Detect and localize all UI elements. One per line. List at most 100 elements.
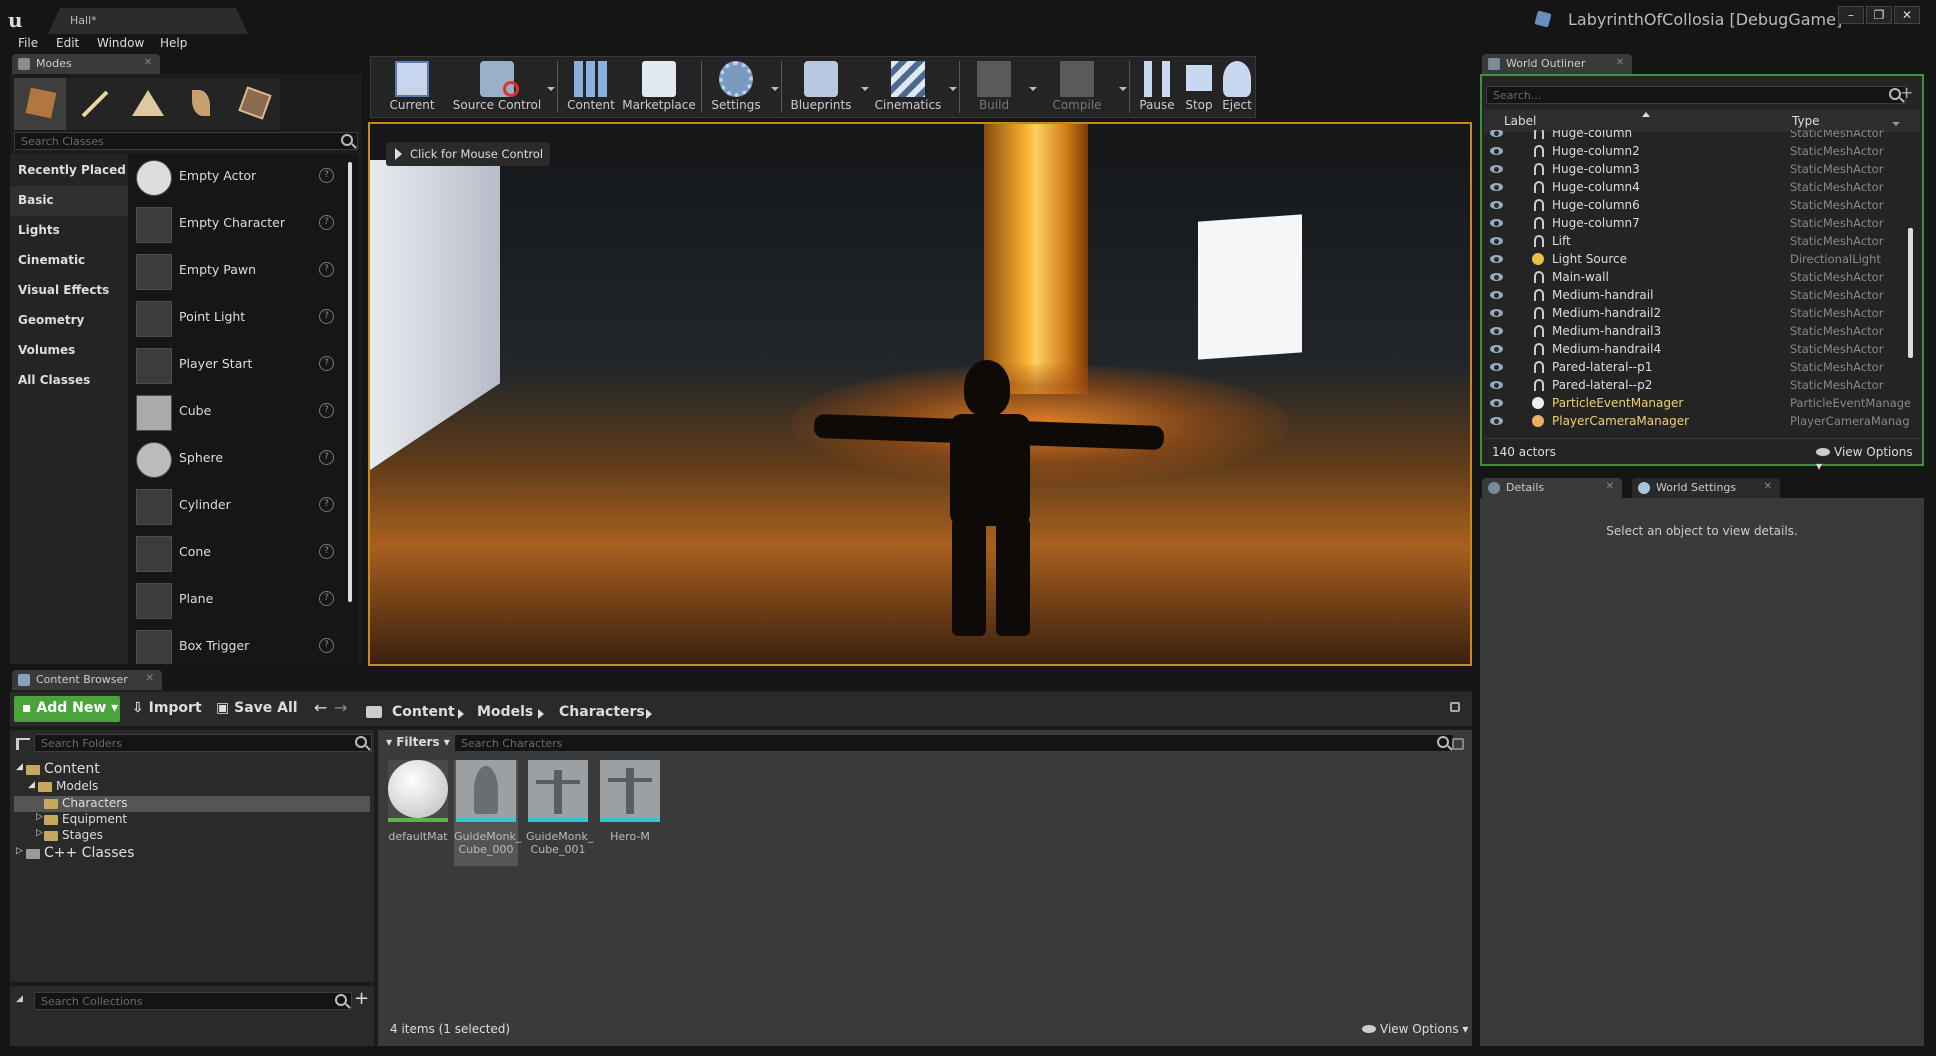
settings-button[interactable]: Settings xyxy=(705,57,779,117)
chevron-down-icon[interactable] xyxy=(861,87,869,91)
search-icon[interactable] xyxy=(341,134,353,146)
outliner-row[interactable]: Main-wall StaticMeshActor xyxy=(1484,268,1916,286)
close-window-button[interactable]: ✕ xyxy=(1894,6,1920,24)
save-all-button[interactable]: ▣ Save All xyxy=(216,700,298,716)
visibility-eye-icon[interactable] xyxy=(1490,363,1503,371)
outliner-row[interactable]: Medium-handrail2 StaticMeshActor xyxy=(1484,304,1916,322)
search-classes-input[interactable]: Search Classes xyxy=(14,132,358,150)
place-item-empty-character[interactable]: Empty Character? xyxy=(128,201,346,248)
compile-button[interactable]: Compile xyxy=(1039,57,1127,117)
outliner-row[interactable]: Huge-column3 StaticMeshActor xyxy=(1484,160,1916,178)
category-cinematic[interactable]: Cinematic xyxy=(10,246,128,276)
import-button[interactable]: ⇩ Import xyxy=(132,700,202,716)
chevron-down-icon[interactable] xyxy=(1119,87,1127,91)
document-tab[interactable]: Hall* xyxy=(48,8,248,34)
menu-edit[interactable]: Edit xyxy=(56,36,79,50)
expand-arrow-icon[interactable]: ▷ xyxy=(36,828,43,838)
category-visual-effects[interactable]: Visual Effects xyxy=(10,276,128,306)
add-filter-icon[interactable]: + xyxy=(1900,85,1916,102)
help-icon[interactable]: ? xyxy=(319,403,334,418)
cinematics-button[interactable]: Cinematics xyxy=(871,57,957,117)
tree-models[interactable]: Models xyxy=(56,779,98,793)
marketplace-button[interactable]: Marketplace xyxy=(621,57,697,117)
mouse-control-hint[interactable]: Click for Mouse Control xyxy=(386,142,550,166)
chevron-down-icon[interactable] xyxy=(771,87,779,91)
tab-content-browser[interactable]: Content Browser ✕ xyxy=(12,670,162,690)
filters-button[interactable]: ▾ Filters ▾ xyxy=(386,735,450,749)
category-volumes[interactable]: Volumes xyxy=(10,336,128,366)
breadcrumb-characters[interactable]: Characters xyxy=(559,704,645,720)
column-type-header[interactable]: Type xyxy=(1792,114,1820,128)
visibility-eye-icon[interactable] xyxy=(1490,165,1503,173)
breadcrumb-models[interactable]: Models xyxy=(477,704,533,720)
chevron-down-icon[interactable] xyxy=(547,87,555,91)
tree-equipment[interactable]: Equipment xyxy=(62,812,127,826)
tree-characters[interactable]: Characters xyxy=(62,796,128,810)
foliage-mode-icon[interactable] xyxy=(176,78,228,130)
add-new-button[interactable]: ▪ Add New ▾ xyxy=(14,696,120,722)
breadcrumb-content[interactable]: Content xyxy=(392,704,455,720)
visibility-eye-icon[interactable] xyxy=(1490,147,1503,155)
outliner-row[interactable]: Medium-handrail StaticMeshActor xyxy=(1484,286,1916,304)
category-recently-placed[interactable]: Recently Placed xyxy=(10,156,128,186)
outliner-row[interactable]: Pared-lateral--p2 StaticMeshActor xyxy=(1484,376,1916,394)
asset-tile[interactable]: defaultMat xyxy=(386,760,450,880)
visibility-eye-icon[interactable] xyxy=(1490,219,1503,227)
landscape-mode-icon[interactable] xyxy=(122,78,174,130)
place-item-point-light[interactable]: Point Light? xyxy=(128,295,346,342)
outliner-row[interactable]: Huge-column6 StaticMeshActor xyxy=(1484,196,1916,214)
chevron-down-icon[interactable] xyxy=(1029,87,1037,91)
outliner-row[interactable]: Light Source DirectionalLight xyxy=(1484,250,1916,268)
breadcrumb-arrow-icon[interactable] xyxy=(458,709,464,719)
expand-arrow-icon[interactable]: ▷ xyxy=(16,846,23,856)
build-button[interactable]: Build xyxy=(963,57,1037,117)
help-icon[interactable]: ? xyxy=(319,591,334,606)
level-viewport[interactable]: Click for Mouse Control xyxy=(368,122,1472,666)
tree-content[interactable]: Content xyxy=(44,761,100,777)
close-icon[interactable]: ✕ xyxy=(146,673,154,684)
visibility-eye-icon[interactable] xyxy=(1490,381,1503,389)
asset-tile[interactable]: GuideMonk_ Cube_001 xyxy=(526,760,593,880)
asset-tile[interactable]: Hero-M xyxy=(598,760,662,880)
visibility-eye-icon[interactable] xyxy=(1490,273,1503,281)
outliner-row[interactable]: ParticleEventManager ParticleEventManage xyxy=(1484,394,1916,412)
close-icon[interactable]: ✕ xyxy=(1606,481,1614,492)
visibility-eye-icon[interactable] xyxy=(1490,237,1503,245)
visibility-eye-icon[interactable] xyxy=(1490,291,1503,299)
help-icon[interactable]: ? xyxy=(319,497,334,512)
category-basic[interactable]: Basic xyxy=(10,186,128,216)
menu-file[interactable]: File xyxy=(18,36,38,50)
save-search-icon[interactable] xyxy=(1452,738,1464,750)
help-icon[interactable]: ? xyxy=(319,215,334,230)
sources-toggle-icon[interactable] xyxy=(16,738,30,750)
outliner-row[interactable]: Huge-column7 StaticMeshActor xyxy=(1484,214,1916,232)
add-collection-icon[interactable]: + xyxy=(354,990,369,1008)
eject-button[interactable]: Eject xyxy=(1217,57,1257,117)
geometry-mode-icon[interactable] xyxy=(230,78,282,130)
visibility-eye-icon[interactable] xyxy=(1490,183,1503,191)
search-collections-input[interactable]: Search Collections xyxy=(34,992,352,1010)
tree-cpp-classes[interactable]: C++ Classes xyxy=(44,845,134,861)
collapse-arrow-icon[interactable]: ◢ xyxy=(16,994,23,1004)
history-forward-icon[interactable]: → xyxy=(334,698,347,717)
search-icon[interactable] xyxy=(355,736,367,748)
outliner-row[interactable]: Huge-column4 StaticMeshActor xyxy=(1484,178,1916,196)
category-all-classes[interactable]: All Classes xyxy=(10,366,128,396)
chevron-down-icon[interactable] xyxy=(1892,122,1900,126)
menu-help[interactable]: Help xyxy=(160,36,187,50)
visibility-eye-icon[interactable] xyxy=(1490,255,1503,263)
source-control-button[interactable]: Source Control xyxy=(451,57,555,117)
outliner-search-input[interactable]: Search... xyxy=(1486,86,1906,104)
expand-arrow-icon[interactable]: ◢ xyxy=(28,780,35,790)
outliner-row[interactable]: PlayerCameraManager PlayerCameraManag xyxy=(1484,412,1916,430)
save-current-button[interactable]: Save Current xyxy=(373,57,451,117)
placeable-scrollbar[interactable] xyxy=(348,162,352,602)
outliner-scrollbar[interactable] xyxy=(1908,228,1913,358)
outliner-row[interactable]: Medium-handrail4 StaticMeshActor xyxy=(1484,340,1916,358)
paint-mode-icon[interactable] xyxy=(68,78,120,130)
visibility-eye-icon[interactable] xyxy=(1490,130,1503,137)
place-mode-icon[interactable] xyxy=(14,78,66,130)
pause-button[interactable]: Pause xyxy=(1133,57,1181,117)
place-item-empty-actor[interactable]: Empty Actor? xyxy=(128,154,346,201)
outliner-row[interactable]: Lift StaticMeshActor xyxy=(1484,232,1916,250)
